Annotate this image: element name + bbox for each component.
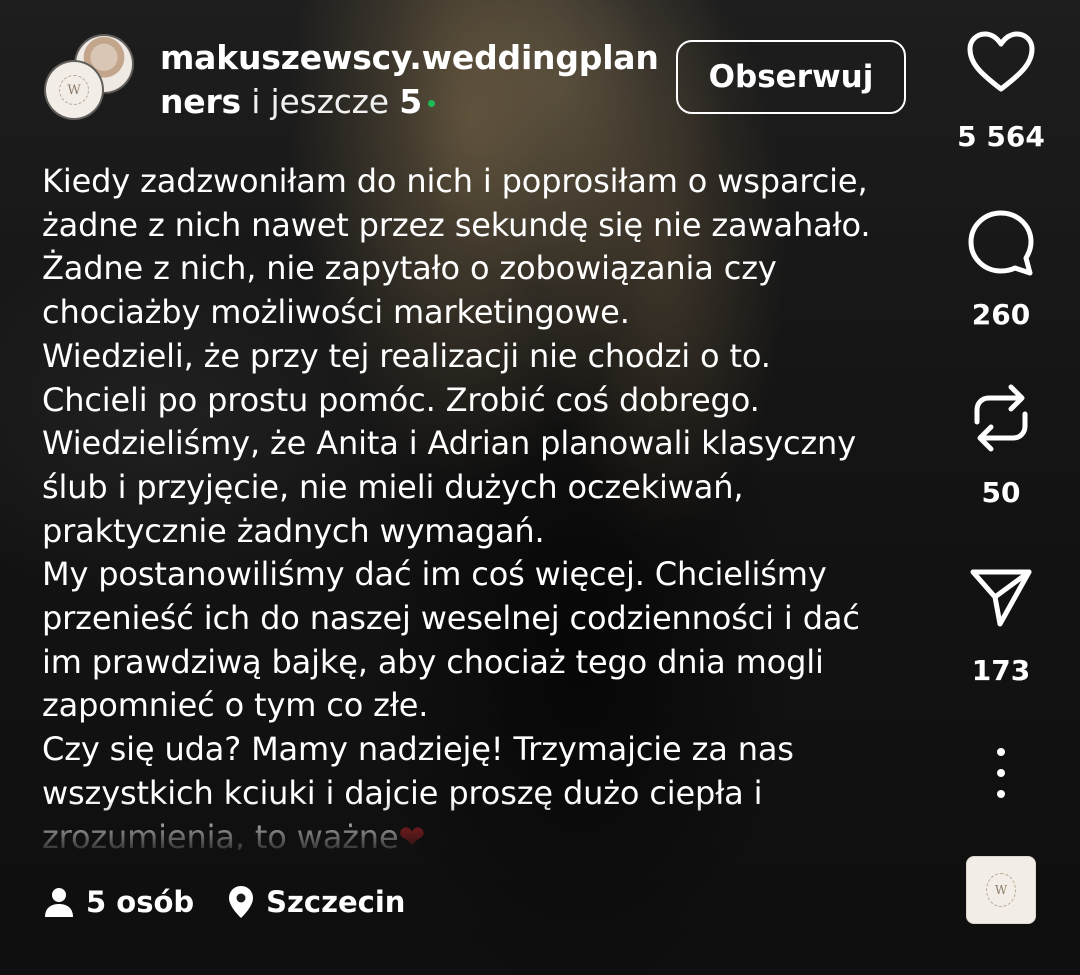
like-count[interactable]: 5 564 — [941, 120, 1061, 153]
logo-monogram-icon: W — [986, 873, 1016, 907]
person-icon — [45, 888, 73, 917]
caption-line: zapomnieć o tym co złe. — [42, 686, 429, 725]
tagged-people[interactable]: 5 osób — [44, 885, 194, 919]
comment-bubble-icon[interactable] — [963, 205, 1039, 281]
follow-button[interactable]: Obserwuj — [676, 40, 906, 114]
share-count[interactable]: 173 — [941, 654, 1061, 687]
caption-line: ślub i przyjęcie, nie mieli dużych oczek… — [42, 467, 744, 506]
repost-icon[interactable] — [963, 380, 1039, 456]
caption-line: My postanowiliśmy dać im coś więcej. Chc… — [42, 555, 827, 594]
author-avatar[interactable]: W — [44, 60, 104, 120]
caption-line: Wiedzieliśmy, że Anita i Adrian planowal… — [42, 424, 856, 463]
caption-line: praktycznie żadnych wymagań. — [42, 511, 545, 550]
comment-count[interactable]: 260 — [941, 298, 1061, 331]
author-info[interactable]: makuszewscy.weddingplan ners i jeszcze 5 — [160, 36, 659, 124]
send-icon[interactable] — [963, 558, 1039, 634]
caption-line: Kiedy zadzwoniłam do nich i poprosiłam o… — [42, 162, 868, 200]
caption-line: chociażby możliwości marketingowe. — [42, 293, 630, 332]
location[interactable]: Szczecin — [228, 885, 405, 919]
caption-line: Żadne z nich, nie zapytało o zobowiązani… — [42, 249, 777, 288]
red-heart-emoji-icon: ❤ — [398, 817, 426, 850]
location-pin-icon — [229, 886, 254, 918]
heart-icon[interactable] — [963, 24, 1039, 100]
collab-prefix: i jeszcze — [251, 82, 389, 121]
author-avatars[interactable]: W — [44, 34, 136, 124]
more-vertical-icon[interactable] — [985, 748, 1017, 798]
caption-line: przenieść ich do naszej weselnej codzien… — [42, 599, 860, 638]
caption-last-text: zrozumienia, to ważne — [42, 817, 399, 850]
caption-line-faded: zrozumienia, to ważne❤ — [42, 816, 942, 850]
audio-thumbnail[interactable]: W — [966, 856, 1036, 924]
collab-count[interactable]: 5 — [399, 82, 422, 121]
post-caption[interactable]: Kiedy zadzwoniłam do nich i poprosiłam o… — [42, 160, 942, 850]
caption-line: żadne z nich nawet przez sekundę się nie… — [42, 205, 871, 244]
tagged-people-label: 5 osób — [86, 885, 195, 919]
caption-line: wszystkich kciuki i dajcie proszę dużo c… — [42, 773, 763, 812]
caption-line: Czy się uda? Mamy nadzieję! Trzymajcie z… — [42, 730, 794, 769]
caption-line: Chcieli po prostu pomóc. Zrobić coś dobr… — [42, 380, 760, 419]
online-indicator — [427, 100, 435, 107]
author-name-line-1[interactable]: makuszewscy.weddingplan — [160, 36, 659, 80]
location-label: Szczecin — [266, 885, 406, 919]
caption-line: Wiedzieli, że przy tej realizacji nie ch… — [42, 336, 771, 375]
author-name-line-2[interactable]: ners i jeszcze 5 — [160, 80, 650, 124]
post-meta: 5 osób Szczecin — [44, 880, 405, 924]
caption-line: im prawdziwą bajkę, aby chociaż tego dni… — [42, 642, 824, 681]
logo-monogram-icon: W — [59, 75, 89, 105]
repost-count[interactable]: 50 — [941, 476, 1061, 509]
